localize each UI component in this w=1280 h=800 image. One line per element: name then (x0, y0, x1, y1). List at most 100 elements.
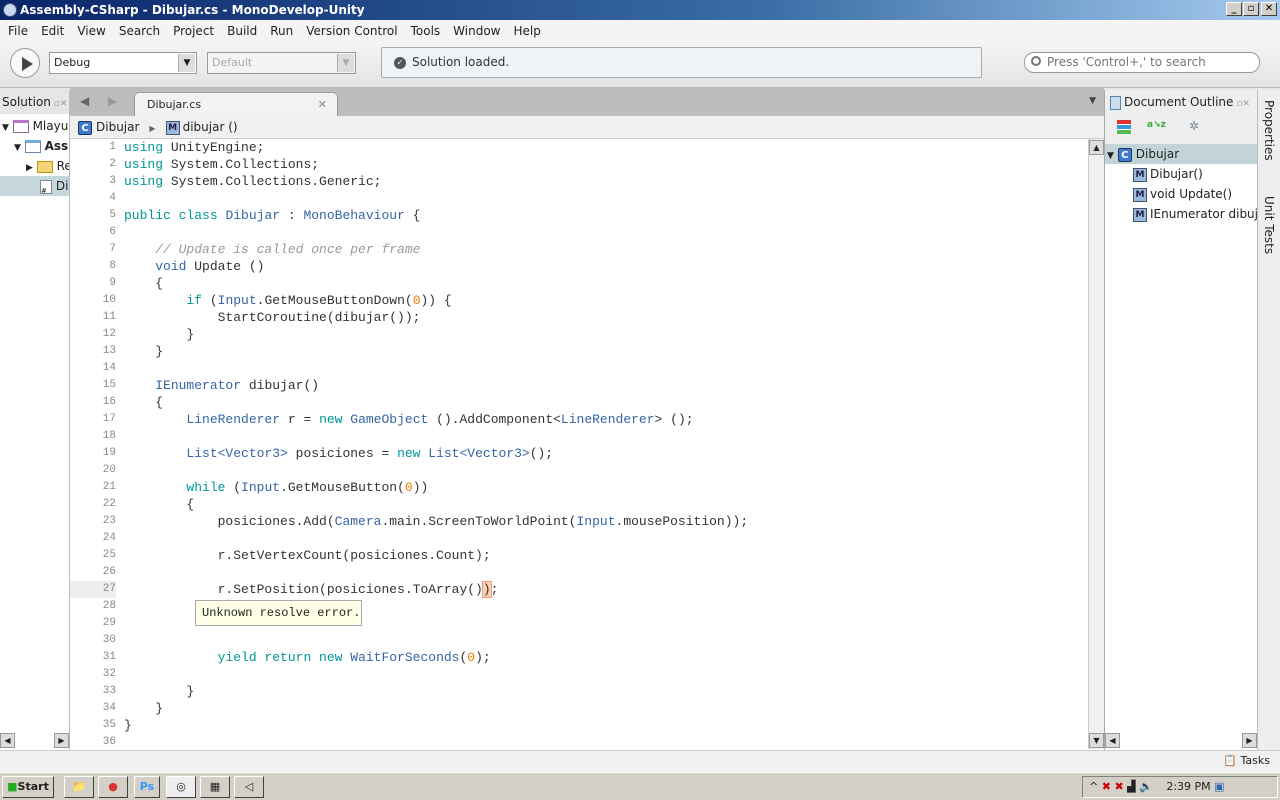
outline-header: Document Outline ▫✕ (1105, 90, 1257, 114)
code-line[interactable]: { (124, 275, 163, 292)
code-token: GameObject (350, 412, 429, 427)
configuration-select[interactable]: Debug ▼ (49, 52, 197, 74)
search-placeholder: Press 'Control+,' to search (1047, 55, 1206, 69)
unity-button[interactable]: ◁ (234, 776, 264, 798)
menu-help[interactable]: Help (513, 24, 540, 38)
back-icon[interactable]: ◀ (80, 94, 89, 108)
menu-window[interactable]: Window (453, 24, 500, 38)
code-line[interactable]: { (124, 394, 163, 411)
outline-item[interactable]: M Dibujar() (1105, 164, 1257, 184)
chrome-button[interactable]: ● (98, 776, 128, 798)
code-token: MonoBehaviour (303, 208, 405, 223)
photoshop-button[interactable]: Ps (134, 776, 160, 798)
scroll-up-button[interactable]: ▲ (1089, 140, 1104, 155)
line-number: 31 (102, 651, 116, 663)
code-line[interactable]: public class Dibujar : MonoBehaviour { (124, 207, 420, 224)
code-line[interactable]: using System.Collections.Generic; (124, 173, 381, 190)
line-number: 32 (102, 668, 116, 680)
code-line[interactable]: { (124, 496, 194, 513)
line-number: 25 (102, 549, 116, 561)
outline-label: Dibujar (1135, 147, 1180, 161)
code-line[interactable]: } (124, 683, 194, 700)
tree-item-file[interactable]: # Di (0, 176, 69, 196)
tasks-button[interactable]: 📋 Tasks (1223, 754, 1270, 767)
calendar-button[interactable]: ▦ (200, 776, 230, 798)
code-line[interactable]: // Update is called once per frame (124, 241, 420, 258)
scroll-left-button[interactable]: ◀ (1105, 733, 1120, 748)
forward-icon[interactable]: ▶ (108, 94, 117, 108)
tree-item-folder[interactable]: ▶ Re (0, 156, 69, 176)
menu-file[interactable]: File (8, 24, 28, 38)
scroll-down-button[interactable]: ▼ (1089, 733, 1104, 748)
code-line[interactable]: } (124, 700, 163, 717)
power-icon[interactable]: ✖ (1114, 780, 1123, 793)
volume-icon[interactable]: 🔈 (1139, 780, 1153, 793)
code-line[interactable]: r.SetPosition(posiciones.ToArray()); (124, 581, 498, 598)
menu-version-control[interactable]: Version Control (306, 24, 397, 38)
outline-item[interactable]: Mvoid Update() (1105, 184, 1257, 204)
clock[interactable]: 2:39 PM (1166, 780, 1210, 793)
desktop-icon[interactable]: ▣ (1214, 780, 1224, 793)
menu-build[interactable]: Build (227, 24, 257, 38)
menu-view[interactable]: View (77, 24, 105, 38)
tab-dibujar-cs[interactable]: Dibujar.cs ✕ (134, 92, 338, 116)
line-number: 26 (102, 566, 116, 578)
maximize-button[interactable]: ▫ (1243, 2, 1259, 16)
tree-item-solution[interactable]: ▼ Mlayu (0, 116, 69, 136)
code-line[interactable]: } (124, 717, 132, 734)
tray-expand-icon[interactable]: ^ (1089, 780, 1098, 793)
tab-list-icon[interactable]: ▼ (1089, 96, 1096, 106)
breadcrumb-class[interactable]: Dibujar (96, 120, 139, 134)
signal-icon[interactable]: ▟ (1127, 780, 1135, 793)
tree-item-project[interactable]: ▼ Ass (0, 136, 69, 156)
tab-properties[interactable]: Properties (1262, 100, 1276, 161)
tree-label: Mlayu (32, 119, 69, 133)
scroll-right-button[interactable]: ▶ (54, 733, 69, 748)
menu-project[interactable]: Project (173, 24, 214, 38)
code-line[interactable]: posiciones.Add(Camera.main.ScreenToWorld… (124, 513, 749, 530)
start-button[interactable]: ■Start (2, 776, 54, 798)
code-line[interactable]: } (124, 326, 194, 343)
code-line[interactable]: r.SetVertexCount(posiciones.Count); (124, 547, 491, 564)
monodevelop-button[interactable]: ◎ (166, 776, 196, 798)
code-line[interactable]: } (124, 343, 163, 360)
code-line[interactable]: IEnumerator dibujar() (124, 377, 319, 394)
vertical-scrollbar[interactable]: ▲ ▼ (1088, 139, 1104, 749)
search-input[interactable]: Press 'Control+,' to search (1024, 52, 1260, 73)
scroll-left-button[interactable]: ◀ (0, 733, 15, 748)
menu-run[interactable]: Run (270, 24, 293, 38)
minimize-button[interactable]: _ (1226, 2, 1242, 16)
network-error-icon[interactable]: ✖ (1102, 780, 1111, 793)
code-token: } (124, 701, 164, 716)
code-line[interactable]: using System.Collections; (124, 156, 319, 173)
menu-edit[interactable]: Edit (41, 24, 64, 38)
target-select[interactable]: Default ▼ (207, 52, 356, 74)
taskbar: ■Start 📁 ● Ps ◎ ▦ ◁ ^ ✖ ✖ ▟ 🔈 2:39 PM ▣ (0, 772, 1280, 800)
code-line[interactable]: if (Input.GetMouseButtonDown(0)) { (124, 292, 451, 309)
code-token: new (397, 446, 421, 461)
breadcrumb-method[interactable]: dibujar () (183, 120, 238, 134)
outline-root[interactable]: ▼ C Dibujar (1105, 144, 1257, 164)
start-label: Start (17, 780, 49, 793)
outline-item[interactable]: MIEnumerator dibujar() (1105, 204, 1257, 224)
menu-search[interactable]: Search (119, 24, 160, 38)
code-line[interactable]: using UnityEngine; (124, 139, 264, 156)
close-tab-icon[interactable]: ✕ (318, 93, 327, 117)
run-button[interactable] (10, 48, 40, 78)
code-line[interactable]: while (Input.GetMouseButton(0)) (124, 479, 428, 496)
scroll-right-button[interactable]: ▶ (1242, 733, 1257, 748)
tab-unit-tests[interactable]: Unit Tests (1262, 196, 1276, 254)
explorer-button[interactable]: 📁 (64, 776, 94, 798)
sort-alpha-icon[interactable]: a↘z (1147, 120, 1166, 130)
tools-icon[interactable]: ✲ (1189, 119, 1199, 133)
code-line[interactable]: LineRenderer r = new GameObject ().AddCo… (124, 411, 693, 428)
code-line[interactable]: yield return new WaitForSeconds(0); (124, 649, 491, 666)
code-line[interactable]: void Update () (124, 258, 264, 275)
group-icon[interactable] (1117, 120, 1131, 134)
code-line[interactable]: List<Vector3> posiciones = new List<Vect… (124, 445, 553, 462)
menu-tools[interactable]: Tools (411, 24, 441, 38)
code-line[interactable]: StartCoroutine(dibujar()); (124, 309, 421, 326)
close-button[interactable]: ✕ (1261, 2, 1277, 16)
line-number: 17 (102, 413, 116, 425)
